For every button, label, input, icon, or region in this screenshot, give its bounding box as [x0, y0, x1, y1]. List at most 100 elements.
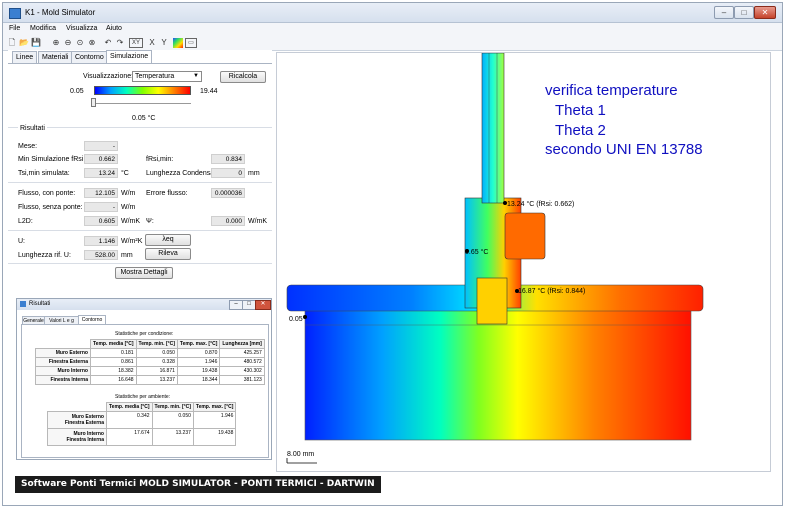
tab-materiali[interactable]: Materiali: [38, 51, 73, 63]
color-map-icon[interactable]: [173, 38, 183, 48]
zoom-fit-icon[interactable]: ⊙: [75, 38, 85, 48]
slider-thumb[interactable]: [91, 98, 96, 107]
maximize-button[interactable]: □: [734, 6, 754, 19]
table-row: Finestra Interna 16.648 13.237 18.344 38…: [35, 375, 265, 385]
rileva-button[interactable]: Rileva: [145, 248, 191, 260]
undo-icon[interactable]: ↶: [103, 38, 113, 48]
canvas-heading-2: Theta 1: [555, 102, 606, 119]
details-button[interactable]: Mostra Dettagli: [115, 267, 173, 279]
simulation-canvas[interactable]: verifica temperature Theta 1 Theta 2 sec…: [276, 52, 771, 472]
subwindow-minimize-button[interactable]: –: [229, 300, 243, 310]
menu-visualizza[interactable]: Visualizza: [66, 25, 97, 32]
u-divider: [8, 230, 272, 231]
menu-file[interactable]: File: [9, 25, 20, 32]
annotation-point: [303, 315, 307, 319]
row-header-line: Finestra Interna: [66, 437, 104, 443]
menu-modifica[interactable]: Modifica: [30, 25, 56, 32]
frame-base: [476, 277, 508, 325]
subwindow-title-bar: Risultati – □ ✕: [17, 299, 271, 310]
canvas-heading-3: Theta 2: [555, 122, 606, 139]
table-cell: 13.237: [151, 428, 194, 446]
table-cell: 18.344: [176, 375, 221, 385]
errore-value: 0.000036: [211, 188, 245, 198]
table-cell: 0.342: [106, 411, 153, 429]
table-cell: 1.946: [176, 357, 221, 367]
subwindow-icon: [20, 301, 26, 307]
new-file-icon[interactable]: 🗋: [7, 38, 17, 48]
tab-linee[interactable]: Linee: [12, 51, 38, 63]
min-sim-label: Min Simulazione fRsi:: [18, 156, 86, 163]
tsi-unit: °C: [121, 170, 129, 177]
color-scale-bar: [94, 86, 191, 95]
lung-cond-unit: mm: [248, 170, 260, 177]
flusso-con-unit: W/m: [121, 190, 136, 197]
visualization-select[interactable]: Temperatura ▼: [132, 71, 202, 82]
table-cell: 17.674: [106, 428, 153, 446]
table-cell: 0.050: [135, 348, 178, 358]
title-bar: K1 - Mold Simulator – □ ✕: [3, 3, 782, 23]
table-row: Muro Interno 18.382 16.871 19.438 430.30…: [35, 366, 265, 376]
results-divider: [8, 127, 272, 128]
scale-label: 8.00 mm: [287, 451, 314, 458]
zoom-in-icon[interactable]: ⊕: [51, 38, 61, 48]
zoom-out-icon[interactable]: ⊖: [63, 38, 73, 48]
xy-toggle[interactable]: XY: [129, 38, 143, 48]
lambda-eq-button[interactable]: λeq: [145, 234, 191, 246]
results-subwindow: Risultati – □ ✕ Generale Valori L e g Co…: [16, 298, 272, 460]
minimize-button[interactable]: –: [714, 6, 734, 19]
subwindow-close-button[interactable]: ✕: [255, 300, 271, 310]
lung-rif-label: Lunghezza rif. U:: [18, 252, 71, 259]
table-cell: 1.946: [192, 411, 237, 429]
amb-table: Temp. media [°C] Temp. min. [°C] Temp. m…: [47, 402, 237, 446]
l2d-value: 0.605: [84, 216, 118, 226]
canvas-heading-4: secondo UNI EN 13788: [545, 141, 703, 158]
flusso-senza-label: Flusso, senza ponte:: [18, 204, 83, 211]
u-unit: W/m²K: [121, 238, 143, 245]
save-icon[interactable]: 💾: [31, 38, 41, 48]
tsi-value: 13.24: [84, 168, 118, 178]
open-folder-icon[interactable]: 📂: [19, 38, 29, 48]
results-title: Risultati: [18, 125, 47, 132]
chevron-down-icon: ▼: [193, 73, 199, 79]
subwindow-title: Risultati: [29, 301, 51, 307]
wall-body: [305, 308, 691, 440]
menu-aiuto[interactable]: Aiuto: [106, 25, 122, 32]
table-cell: 0.328: [135, 357, 178, 367]
y-toggle[interactable]: Y: [159, 38, 169, 48]
flusso-senza-value: -: [84, 202, 118, 212]
col-header: Temp. media [°C]: [90, 339, 137, 349]
col-header: Temp. min. [°C]: [135, 339, 178, 349]
table-cell: 16.871: [135, 366, 178, 376]
flusso-con-value: 12.105: [84, 188, 118, 198]
tab-simulazione[interactable]: Simulazione: [106, 50, 153, 63]
u-value: 1.146: [84, 236, 118, 246]
table-cell: 19.438: [192, 428, 237, 446]
col-header: Temp. min. [°C]: [151, 402, 194, 412]
display-mode-icon[interactable]: ▭: [185, 38, 197, 48]
table-cell: 425.257: [219, 348, 265, 358]
details-divider: [8, 263, 272, 264]
psi-value: 0.000: [211, 216, 245, 226]
errore-label: Errore flusso:: [146, 190, 188, 197]
x-toggle[interactable]: X: [147, 38, 157, 48]
table-cell: 19.438: [176, 366, 221, 376]
table-row: Finestra Esterna 0.861 0.328 1.946 480.5…: [35, 357, 265, 367]
col-header: Lunghezza [mm]: [219, 339, 265, 349]
app-icon: [9, 8, 21, 19]
subwindow-maximize-button[interactable]: □: [242, 300, 256, 310]
frsi-min-value: 0.834: [211, 154, 245, 164]
tab-contorno[interactable]: Contorno: [71, 51, 108, 63]
visualization-label: Visualizzazione:: [83, 73, 134, 80]
table-cell: 18.382: [90, 366, 137, 376]
table-header-row: Temp. media [°C] Temp. min. [°C] Temp. m…: [48, 402, 237, 412]
amb-title: Statistiche per ambiente:: [115, 394, 171, 400]
table-cell: 480.572: [219, 357, 265, 367]
zoom-window-icon[interactable]: ⊗: [87, 38, 97, 48]
table-cell: 13.237: [135, 375, 178, 385]
close-button[interactable]: ✕: [754, 6, 776, 19]
redo-icon[interactable]: ↷: [115, 38, 125, 48]
recalc-button[interactable]: Ricalcola: [220, 71, 266, 83]
col-header: Temp. max. [°C]: [192, 402, 237, 412]
annotation-label: 0.65 °C: [465, 248, 488, 256]
lung-cond-value: 0: [211, 168, 245, 178]
